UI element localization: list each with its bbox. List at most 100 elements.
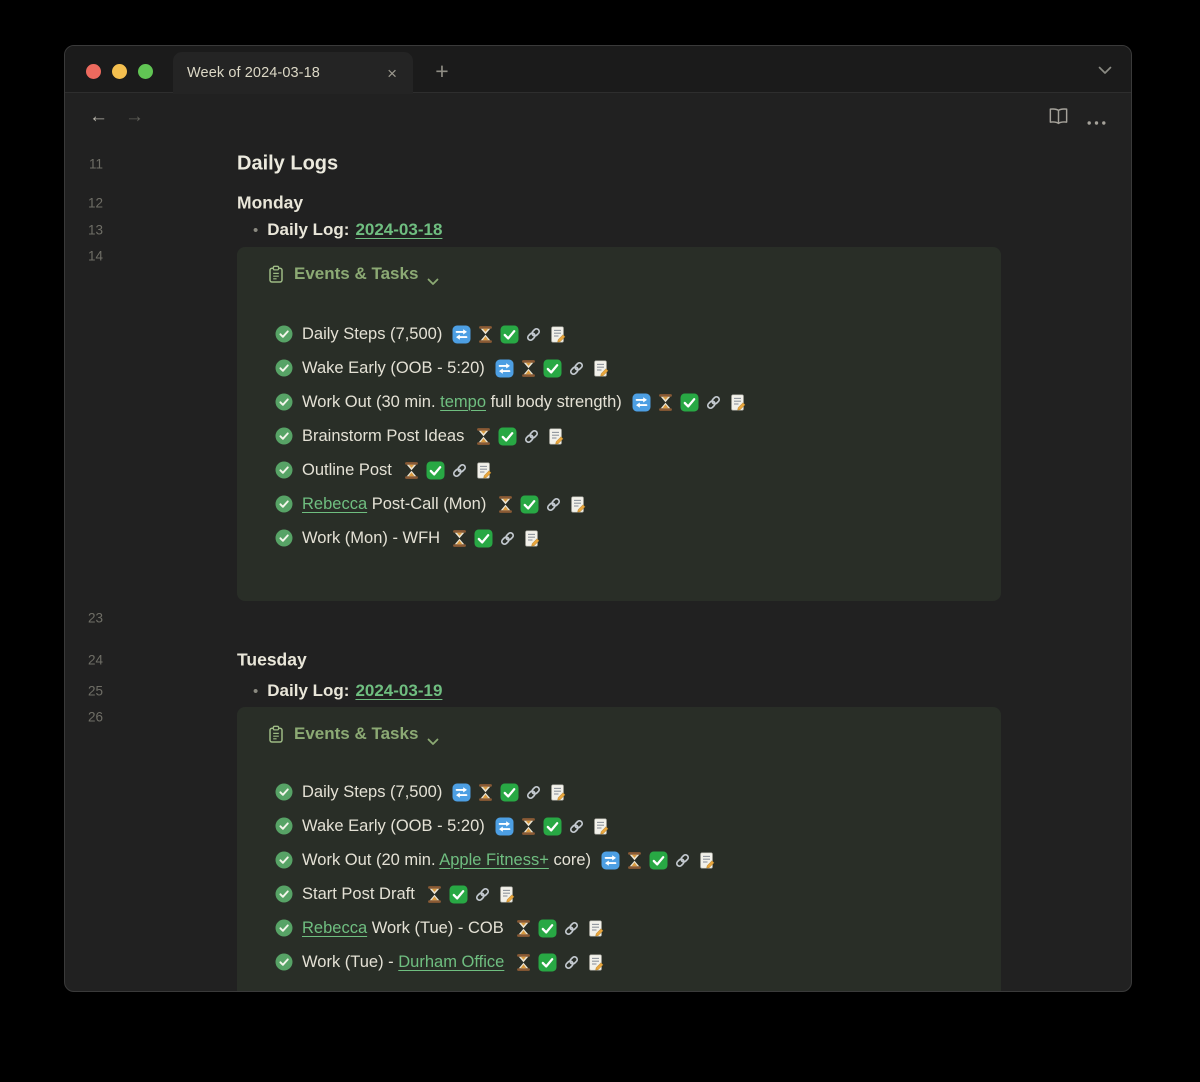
link-icon (522, 427, 541, 446)
tab-bar: Week of 2024-03-18 × + (65, 46, 1131, 93)
embed-header[interactable]: Events & Tasks (267, 263, 439, 285)
internal-link[interactable]: Rebecca (302, 495, 367, 513)
circle-icon (275, 885, 293, 903)
internal-link[interactable]: Rebecca (302, 919, 367, 937)
memo-icon (546, 427, 565, 446)
chevron-down-icon[interactable] (427, 271, 439, 279)
window-minimize-button[interactable] (112, 64, 127, 79)
check-icon (680, 393, 699, 412)
repeat-icon (452, 783, 471, 802)
link-icon (562, 919, 581, 938)
hourglass-icon (514, 953, 533, 972)
task-item: Work Out (20 min. Apple Fitness+ core) (275, 843, 985, 877)
check-icon (538, 919, 557, 938)
daily-log-label: Daily Log: (267, 681, 349, 700)
window-zoom-button[interactable] (138, 64, 153, 79)
tab-week-note[interactable]: Week of 2024-03-18 × (173, 52, 413, 94)
link-icon (544, 495, 563, 514)
daily-log-label: Daily Log: (267, 220, 349, 239)
chevron-down-icon[interactable] (427, 731, 439, 739)
embed-header[interactable]: Events & Tasks (267, 723, 439, 745)
memo-icon (591, 817, 610, 836)
task-item: Wake Early (OOB - 5:20) (275, 351, 985, 385)
circle-icon (275, 953, 293, 971)
internal-link[interactable]: Durham Office (398, 953, 504, 971)
circle-icon (275, 919, 293, 937)
back-arrow-icon[interactable]: ← (89, 107, 108, 126)
check-icon (426, 461, 445, 480)
check-icon (538, 953, 557, 972)
task-emoji-group (514, 919, 605, 938)
check-icon (498, 427, 517, 446)
hourglass-icon (519, 817, 538, 836)
task-emoji-group (496, 495, 587, 514)
repeat-icon (452, 325, 471, 344)
memo-icon (586, 919, 605, 938)
forward-arrow-icon[interactable]: → (125, 107, 144, 126)
check-icon (500, 783, 519, 802)
circle-icon (275, 427, 293, 445)
task-text: Rebecca Work (Tue) - COB (302, 919, 504, 938)
circle-icon (275, 461, 293, 479)
line-number: 24 (77, 653, 103, 668)
link-icon (450, 461, 469, 480)
task-emoji-group (402, 461, 493, 480)
memo-icon (586, 953, 605, 972)
check-icon (543, 817, 562, 836)
internal-link[interactable]: Apple Fitness+ (439, 851, 549, 869)
repeat-icon (601, 851, 620, 870)
link-icon (473, 885, 492, 904)
circle-icon (275, 359, 293, 377)
window-close-button[interactable] (86, 64, 101, 79)
task-text: Wake Early (OOB - 5:20) (302, 359, 485, 378)
daily-log-date-link[interactable]: 2024-03-19 (355, 681, 442, 700)
hourglass-icon (514, 919, 533, 938)
hourglass-icon (474, 427, 493, 446)
task-text: Work (Mon) - WFH (302, 529, 440, 548)
circle-icon (275, 817, 293, 835)
app-window: Week of 2024-03-18 × + ← → 1112131423242… (64, 45, 1132, 992)
repeat-icon (632, 393, 651, 412)
task-list: Daily Steps (7,500) Wake Early (OOB - 5:2… (275, 317, 985, 555)
hourglass-icon (625, 851, 644, 870)
memo-icon (548, 783, 567, 802)
tab-title: Week of 2024-03-18 (187, 65, 320, 81)
hourglass-icon (476, 783, 495, 802)
memo-icon (697, 851, 716, 870)
task-emoji-group (452, 325, 567, 344)
check-icon (520, 495, 539, 514)
daily-log-date-link[interactable]: 2024-03-18 (355, 220, 442, 239)
more-options-icon[interactable] (1086, 113, 1107, 119)
new-tab-button[interactable]: + (425, 56, 459, 86)
circle-icon (275, 529, 293, 547)
check-icon (500, 325, 519, 344)
reading-view-icon[interactable] (1047, 106, 1070, 126)
task-text: Daily Steps (7,500) (302, 325, 442, 344)
list-bullet: • (253, 222, 258, 239)
embed-title: Events & Tasks (294, 724, 418, 744)
day-heading-tuesday: Tuesday (237, 650, 307, 671)
internal-link[interactable]: tempo (440, 393, 486, 411)
line-number: 23 (77, 611, 103, 626)
chevron-down-icon[interactable] (1097, 63, 1113, 75)
events-tasks-embed: Events & Tasks Daily Steps (7,500) Wake E… (237, 247, 1001, 601)
tab-close-icon[interactable]: × (383, 63, 401, 84)
circle-icon (275, 851, 293, 869)
task-emoji-group (632, 393, 747, 412)
link-icon (562, 953, 581, 972)
memo-icon (591, 359, 610, 378)
task-text: Wake Early (OOB - 5:20) (302, 817, 485, 836)
page-title: Daily Logs (237, 153, 338, 176)
hourglass-icon (402, 461, 421, 480)
memo-icon (548, 325, 567, 344)
list-bullet: • (253, 683, 258, 700)
nav-bar: ← → (65, 94, 1131, 138)
clipboard-icon (267, 725, 285, 744)
check-icon (649, 851, 668, 870)
memo-icon (568, 495, 587, 514)
link-icon (524, 783, 543, 802)
embed-title: Events & Tasks (294, 264, 418, 284)
task-emoji-group (474, 427, 565, 446)
check-icon (543, 359, 562, 378)
editor-content: 1112131423242526 Daily Logs Monday •Dail… (65, 138, 1131, 992)
